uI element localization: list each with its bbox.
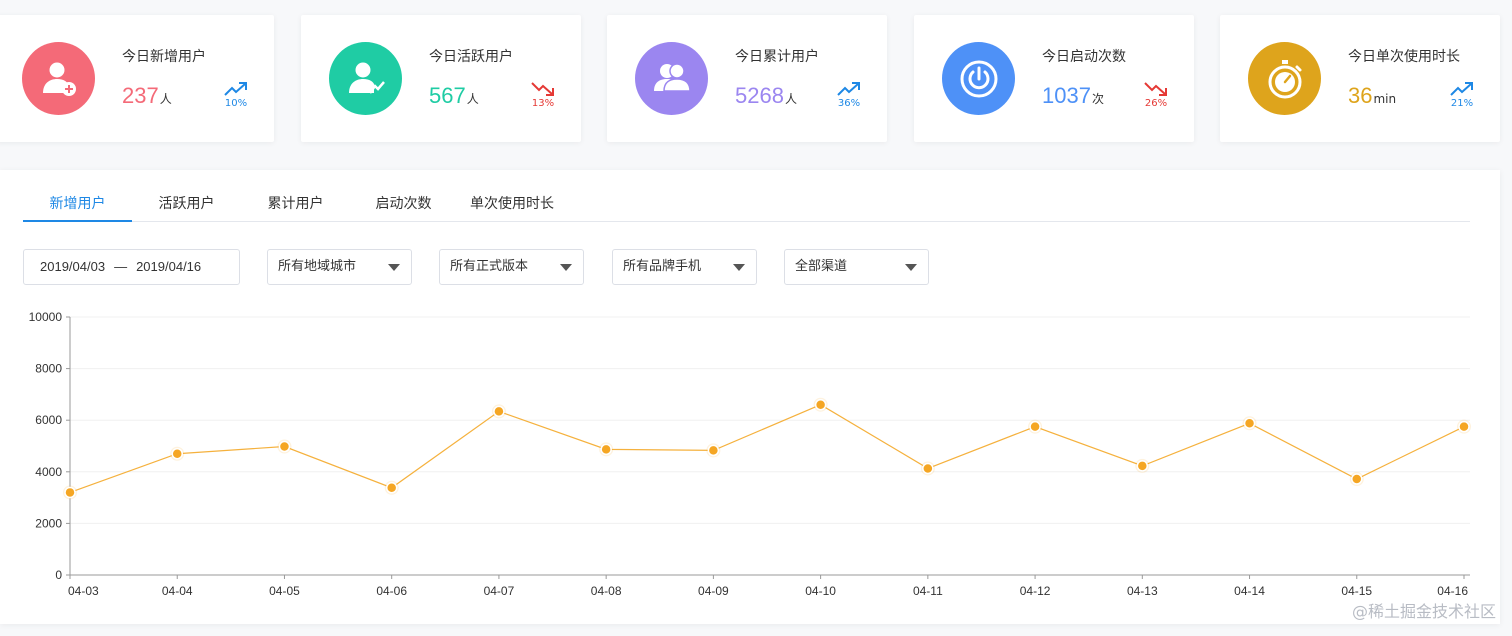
y-tick-label: 2000 xyxy=(35,516,62,530)
avatar xyxy=(22,42,95,115)
date-end: 2019/04/16 xyxy=(136,259,202,274)
stat-card-launches[interactable]: 今日启动次数 1037次 26% xyxy=(914,15,1194,142)
avatar xyxy=(942,42,1015,115)
data-point xyxy=(600,443,612,456)
power-icon xyxy=(960,60,997,97)
y-tick-label: 0 xyxy=(55,568,62,582)
stat-value: 36min xyxy=(1348,83,1397,108)
avatar xyxy=(1248,42,1321,115)
data-point xyxy=(171,447,183,460)
trend-down-icon xyxy=(531,82,554,96)
trend-percent: 10% xyxy=(224,98,248,109)
x-tick-label: 04-04 xyxy=(162,584,193,598)
y-tick-label: 6000 xyxy=(35,413,62,427)
stopwatch-icon xyxy=(1268,59,1301,98)
version-select[interactable]: 所有正式版本 xyxy=(439,249,584,285)
caret-down-icon xyxy=(560,264,572,271)
x-tick-label: 04-03 xyxy=(68,584,99,598)
x-tick-label: 04-12 xyxy=(1020,584,1051,598)
avatar xyxy=(635,42,708,115)
stat-card-session-duration[interactable]: 今日单次使用时长 36min 21% xyxy=(1220,15,1500,142)
trend-percent: 21% xyxy=(1450,98,1474,109)
avatar xyxy=(329,42,402,115)
y-tick-label: 10000 xyxy=(29,310,63,324)
x-tick-label: 04-11 xyxy=(913,584,943,598)
tab-active-users[interactable]: 活跃用户 xyxy=(132,186,241,222)
stat-value: 5268人 xyxy=(735,83,797,108)
watermark: @稀土掘金技术社区 xyxy=(1351,602,1496,621)
stat-value: 1037次 xyxy=(1042,83,1104,108)
stat-card-active-users[interactable]: 今日活跃用户 567人 13% xyxy=(301,15,581,142)
x-tick-label: 04-13 xyxy=(1127,584,1158,598)
tab-launches[interactable]: 启动次数 xyxy=(350,186,457,222)
data-point xyxy=(1136,460,1149,472)
trend-percent: 26% xyxy=(1144,98,1168,109)
metric-tabs: 新增用户 活跃用户 累计用户 启动次数 单次使用时长 xyxy=(23,186,1470,222)
caret-down-icon xyxy=(388,264,400,271)
data-point xyxy=(1351,473,1363,485)
select-value: 所有地域城市 xyxy=(278,259,357,274)
channel-select[interactable]: 全部渠道 xyxy=(784,249,929,285)
x-tick-label: 04-09 xyxy=(698,584,729,598)
trend-indicator: 10% xyxy=(222,81,250,109)
tab-new-users[interactable]: 新增用户 xyxy=(23,186,132,222)
date-separator: — xyxy=(114,259,128,274)
trend-down-icon xyxy=(1144,82,1167,96)
select-value: 所有品牌手机 xyxy=(623,259,702,274)
caret-down-icon xyxy=(905,264,917,271)
data-point xyxy=(1029,420,1041,433)
add-user-icon xyxy=(42,62,76,96)
stat-title: 今日活跃用户 xyxy=(429,49,513,65)
stat-card-total-users[interactable]: 今日累计用户 5268人 36% xyxy=(607,15,887,142)
line-chart: 0 2000 4000 6000 8000 10000 04-03 04-04 04-05 04-… xyxy=(29,310,1471,598)
x-tick-label: 04-14 xyxy=(1234,584,1265,598)
stat-value: 237人 xyxy=(122,83,172,108)
x-tick-label: 04-05 xyxy=(269,584,300,598)
stat-title: 今日单次使用时长 xyxy=(1348,49,1460,65)
data-point xyxy=(278,440,291,453)
trend-percent: 13% xyxy=(531,98,555,109)
brand-select[interactable]: 所有品牌手机 xyxy=(612,249,757,285)
caret-down-icon xyxy=(733,264,745,271)
data-point xyxy=(814,398,827,411)
trend-up-icon xyxy=(837,82,860,96)
select-value: 全部渠道 xyxy=(795,259,848,274)
trend-indicator: 26% xyxy=(1142,81,1170,109)
x-tick-label: 04-08 xyxy=(591,584,622,598)
trend-up-icon xyxy=(1450,82,1473,96)
y-tick-label: 4000 xyxy=(35,465,62,479)
chart-panel: 新增用户 活跃用户 累计用户 启动次数 单次使用时长 2019/04/03—20… xyxy=(0,170,1500,624)
stat-title: 今日启动次数 xyxy=(1042,49,1126,65)
tab-total-users[interactable]: 累计用户 xyxy=(241,186,350,222)
x-tick-label: 04-15 xyxy=(1341,584,1372,598)
data-point xyxy=(1243,417,1256,430)
x-tick-label: 04-10 xyxy=(805,584,836,598)
tab-session-duration[interactable]: 单次使用时长 xyxy=(457,186,567,222)
x-tick-label: 04-16 xyxy=(1437,584,1468,598)
trend-indicator: 21% xyxy=(1448,81,1476,109)
select-value: 所有正式版本 xyxy=(450,259,529,274)
trend-indicator: 36% xyxy=(835,81,863,109)
data-point xyxy=(707,444,720,457)
date-range-picker[interactable]: 2019/04/03 — 2019/04/16 xyxy=(23,249,240,285)
data-point xyxy=(493,405,505,418)
stat-card-new-users[interactable]: 今日新增用户 237人 10% xyxy=(0,15,274,142)
trend-indicator: 13% xyxy=(529,81,557,109)
data-point xyxy=(385,482,398,494)
region-select[interactable]: 所有地域城市 xyxy=(267,249,412,285)
data-point xyxy=(1458,420,1470,433)
stat-title: 今日累计用户 xyxy=(735,49,819,65)
date-start: 2019/04/03 xyxy=(40,259,106,274)
active-user-icon xyxy=(348,62,385,94)
trend-up-icon xyxy=(224,82,247,96)
x-tick-label: 04-07 xyxy=(484,584,515,598)
users-icon xyxy=(653,62,691,92)
data-point xyxy=(922,462,934,475)
trend-percent: 36% xyxy=(837,98,861,109)
stat-title: 今日新增用户 xyxy=(122,49,206,65)
x-tick-label: 04-06 xyxy=(376,584,407,598)
y-tick-label: 8000 xyxy=(35,362,62,376)
data-point xyxy=(64,486,76,499)
stat-value: 567人 xyxy=(429,83,479,108)
